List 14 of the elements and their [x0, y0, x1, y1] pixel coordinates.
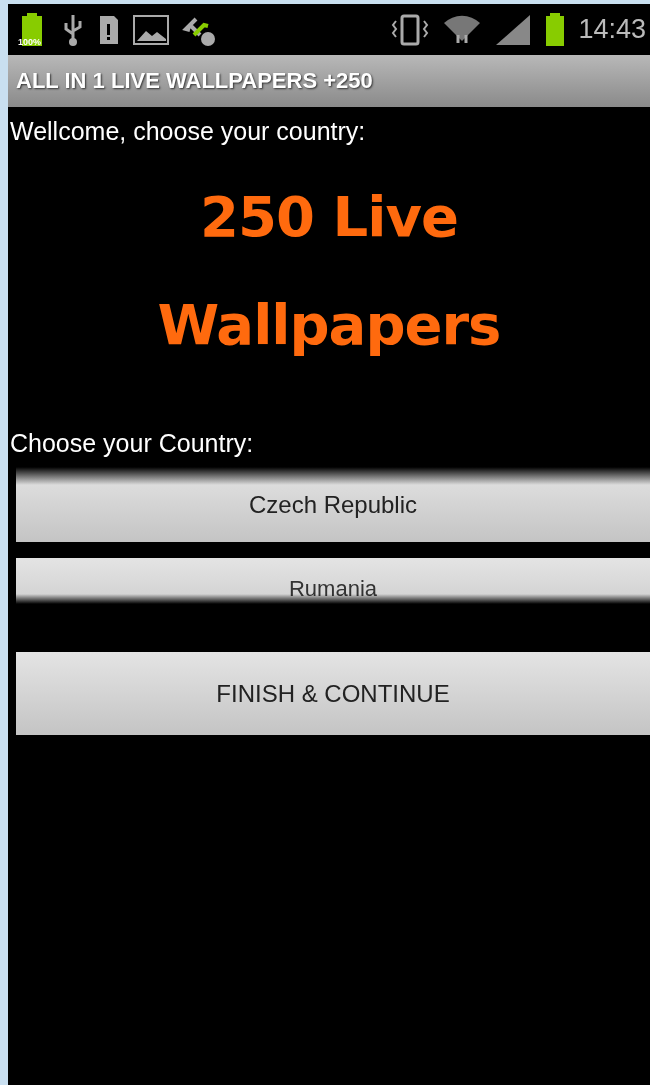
clock-time: 14:43 — [578, 14, 647, 45]
finish-button[interactable]: FINISH & CONTINUE — [16, 652, 650, 735]
signal-icon — [494, 12, 533, 47]
battery-icon — [544, 12, 567, 47]
vibrate-icon — [390, 12, 431, 47]
usb-icon — [62, 12, 84, 47]
country-button[interactable]: Rumania — [16, 558, 650, 604]
logo-text: 250 Live — [200, 183, 458, 251]
app-title: ALL IN 1 LIVE WALLPAPERS +250 — [16, 68, 373, 94]
choose-country-label: Choose your Country: — [9, 428, 255, 459]
welcome-text: Wellcome, choose your country: — [9, 116, 367, 147]
image-icon — [132, 13, 170, 46]
logo-text: Wallpapers — [157, 291, 501, 359]
country-button[interactable]: Czech Republic — [16, 467, 650, 542]
